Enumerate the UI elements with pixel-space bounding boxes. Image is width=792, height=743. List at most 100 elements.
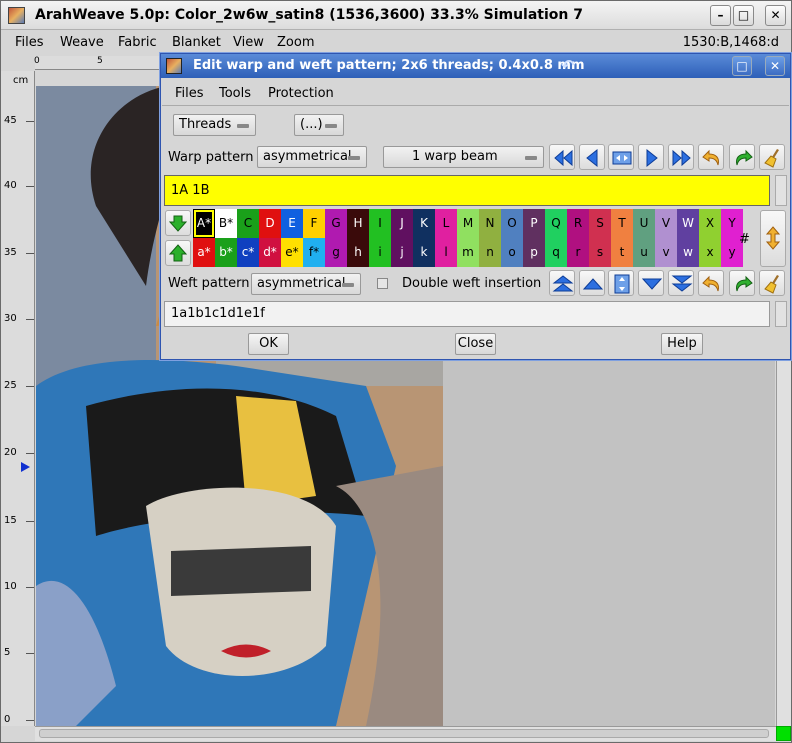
- palette-cell[interactable]: D: [259, 209, 281, 238]
- weft-text-scrollbar[interactable]: [775, 301, 787, 327]
- warp-pattern-input[interactable]: 1A 1B: [164, 175, 770, 206]
- menu-blanket[interactable]: Blanket: [172, 35, 221, 50]
- undo-button[interactable]: [698, 144, 724, 170]
- palette-cell[interactable]: q: [545, 238, 567, 267]
- warp-beam-dropdown[interactable]: 1 warp beam: [383, 146, 544, 168]
- horizontal-scrollbar[interactable]: [35, 726, 776, 741]
- palette-cell[interactable]: B*: [215, 209, 237, 238]
- menu-files[interactable]: Files: [15, 35, 44, 50]
- palette-cell[interactable]: N: [479, 209, 501, 238]
- move-up-button[interactable]: [165, 240, 191, 266]
- down-button[interactable]: [638, 270, 664, 296]
- palette-cell[interactable]: c*: [237, 238, 259, 267]
- palette-cell[interactable]: F: [303, 209, 325, 238]
- dialog-close-button[interactable]: ✕: [765, 56, 785, 76]
- bottom-button[interactable]: [668, 270, 694, 296]
- palette-cell[interactable]: U: [633, 209, 655, 238]
- ruler-marker-icon[interactable]: [21, 462, 30, 472]
- palette-cell[interactable]: b*: [215, 238, 237, 267]
- palette-cell[interactable]: G: [325, 209, 347, 238]
- move-down-button[interactable]: [165, 210, 191, 236]
- palette-cell[interactable]: m: [457, 238, 479, 267]
- palette-cell[interactable]: s: [589, 238, 611, 267]
- palette-cell[interactable]: S: [589, 209, 611, 238]
- palette-cell[interactable]: X: [699, 209, 721, 238]
- palette-cell[interactable]: g: [325, 238, 347, 267]
- dialog-maximize-button[interactable]: □: [732, 56, 752, 76]
- warp-text-scrollbar[interactable]: [775, 175, 787, 206]
- redo-button[interactable]: [729, 144, 755, 170]
- palette-cell[interactable]: P: [523, 209, 545, 238]
- palette-cell[interactable]: v: [655, 238, 677, 267]
- warp-pattern-dropdown[interactable]: asymmetrical: [257, 146, 367, 168]
- palette-cell[interactable]: R: [567, 209, 589, 238]
- palette-cell[interactable]: M: [457, 209, 479, 238]
- ok-button[interactable]: OK: [248, 333, 289, 355]
- palette-cell[interactable]: A*: [193, 209, 215, 238]
- scroll-thumb[interactable]: [39, 729, 769, 738]
- palette-cell[interactable]: i: [369, 238, 391, 267]
- palette-cell[interactable]: Q: [545, 209, 567, 238]
- palette-cell[interactable]: O: [501, 209, 523, 238]
- left-tick-5: 5: [4, 647, 11, 658]
- minimize-button[interactable]: –: [710, 5, 731, 26]
- warp-pattern-label: Warp pattern: [168, 150, 254, 165]
- double-weft-checkbox[interactable]: [377, 278, 388, 289]
- close-window-button[interactable]: ✕: [765, 5, 786, 26]
- dialog-menu-tools[interactable]: Tools: [219, 86, 251, 101]
- threads-dropdown[interactable]: Threads: [173, 114, 256, 136]
- palette-cell[interactable]: H: [347, 209, 369, 238]
- menu-weave[interactable]: Weave: [60, 35, 104, 50]
- palette-cell[interactable]: W: [677, 209, 699, 238]
- palette-cell[interactable]: o: [501, 238, 523, 267]
- fit-vertical-button[interactable]: [608, 270, 634, 296]
- palette-cell[interactable]: a*: [193, 238, 215, 267]
- swap-button[interactable]: [760, 210, 786, 267]
- broom-button[interactable]: [759, 270, 785, 296]
- palette-cell[interactable]: E: [281, 209, 303, 238]
- weft-pattern-input[interactable]: 1a1b1c1d1e1f: [164, 301, 770, 327]
- menu-view[interactable]: View: [233, 35, 264, 50]
- weft-pattern-dropdown[interactable]: asymmetrical: [251, 273, 361, 295]
- dialog-menu-files[interactable]: Files: [175, 86, 204, 101]
- up-button[interactable]: [579, 270, 605, 296]
- paren-dropdown[interactable]: (...): [294, 114, 344, 136]
- palette-cell[interactable]: j: [391, 238, 413, 267]
- first-button[interactable]: [549, 144, 575, 170]
- palette-cell[interactable]: n: [479, 238, 501, 267]
- help-button[interactable]: Help: [661, 333, 703, 355]
- fit-button[interactable]: [608, 144, 634, 170]
- palette-cell[interactable]: T: [611, 209, 633, 238]
- close-button[interactable]: Close: [455, 333, 496, 355]
- palette-cell[interactable]: x: [699, 238, 721, 267]
- palette-cell[interactable]: w: [677, 238, 699, 267]
- palette-cell[interactable]: d*: [259, 238, 281, 267]
- palette-cell[interactable]: L: [435, 209, 457, 238]
- next-button[interactable]: [638, 144, 664, 170]
- dialog-menu-protection[interactable]: Protection: [268, 86, 334, 101]
- palette-cell[interactable]: k: [413, 238, 435, 267]
- maximize-button[interactable]: □: [733, 5, 754, 26]
- palette-cell[interactable]: r: [567, 238, 589, 267]
- weft-pattern-label: Weft pattern: [168, 276, 250, 291]
- palette-cell[interactable]: t: [611, 238, 633, 267]
- palette-cell[interactable]: l: [435, 238, 457, 267]
- last-button[interactable]: [668, 144, 694, 170]
- redo-button[interactable]: [729, 270, 755, 296]
- palette-cell[interactable]: K: [413, 209, 435, 238]
- palette-cell[interactable]: I: [369, 209, 391, 238]
- palette-cell[interactable]: J: [391, 209, 413, 238]
- palette-cell[interactable]: e*: [281, 238, 303, 267]
- undo-button[interactable]: [698, 270, 724, 296]
- palette-cell[interactable]: p: [523, 238, 545, 267]
- top-button[interactable]: [549, 270, 575, 296]
- menu-fabric[interactable]: Fabric: [118, 35, 157, 50]
- palette-cell[interactable]: f*: [303, 238, 325, 267]
- menu-zoom[interactable]: Zoom: [277, 35, 314, 50]
- palette-cell[interactable]: h: [347, 238, 369, 267]
- broom-button[interactable]: [759, 144, 785, 170]
- prev-button[interactable]: [579, 144, 605, 170]
- palette-cell[interactable]: V: [655, 209, 677, 238]
- palette-cell[interactable]: C: [237, 209, 259, 238]
- palette-cell[interactable]: u: [633, 238, 655, 267]
